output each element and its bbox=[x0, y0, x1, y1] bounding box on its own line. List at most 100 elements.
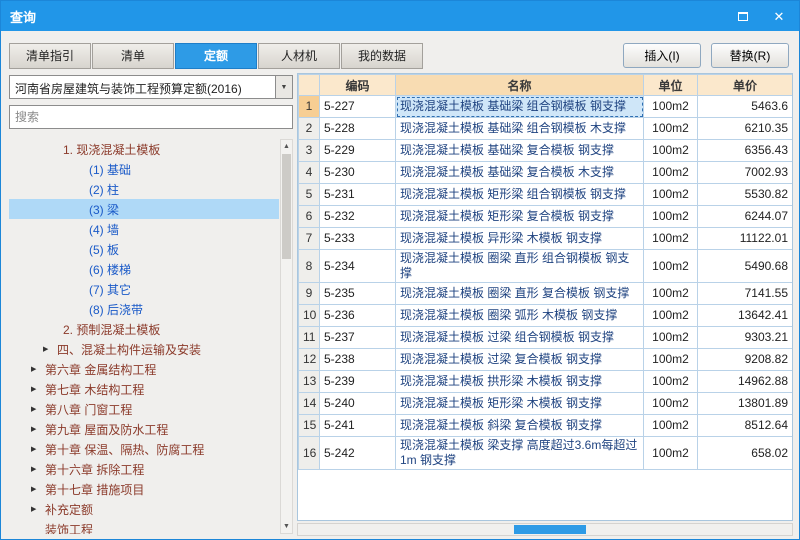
cell-num[interactable]: 7 bbox=[298, 227, 320, 250]
cell-price[interactable]: 5490.68 bbox=[697, 249, 792, 283]
table-row[interactable]: 10 5-236 现浇混凝土模板 圈梁 弧形 木模板 钢支撑 100m2 13642.4… bbox=[298, 304, 792, 327]
table-row[interactable]: 4 5-230 现浇混凝土模板 基础梁 复合模板 木支撑 100m2 7002.93 bbox=[298, 161, 792, 184]
cell-num[interactable]: 11 bbox=[298, 326, 320, 349]
quota-library-dropdown[interactable]: 河南省房屋建筑与装饰工程预算定额(2016) ▼ bbox=[9, 75, 293, 99]
cell-num[interactable]: 9 bbox=[298, 282, 320, 305]
cell-price[interactable]: 13801.89 bbox=[697, 392, 792, 415]
cell-unit[interactable]: 100m2 bbox=[643, 392, 698, 415]
cell-name[interactable]: 现浇混凝土模板 矩形梁 复合模板 钢支撑 bbox=[395, 205, 644, 228]
cell-code[interactable]: 5-236 bbox=[319, 304, 396, 327]
table-row[interactable]: 8 5-234 现浇混凝土模板 圈梁 直形 组合钢模板 钢支撑 100m2 5490.6… bbox=[298, 249, 792, 283]
cell-price[interactable]: 11122.01 bbox=[697, 227, 792, 250]
table-row[interactable]: 3 5-229 现浇混凝土模板 基础梁 复合模板 钢支撑 100m2 6356.43 bbox=[298, 139, 792, 162]
cell-name[interactable]: 现浇混凝土模板 异形梁 木模板 钢支撑 bbox=[395, 227, 644, 250]
horizontal-scrollbar-thumb[interactable] bbox=[514, 525, 586, 534]
cell-name[interactable]: 现浇混凝土模板 基础梁 复合模板 木支撑 bbox=[395, 161, 644, 184]
cell-price[interactable]: 7002.93 bbox=[697, 161, 792, 184]
table-row[interactable]: 5 5-231 现浇混凝土模板 矩形梁 组合钢模板 钢支撑 100m2 5530.82 bbox=[298, 183, 792, 206]
cell-unit[interactable]: 100m2 bbox=[643, 205, 698, 228]
tree-item[interactable]: 1. 现浇混凝土模板 bbox=[9, 139, 279, 159]
cell-name[interactable]: 现浇混凝土模板 矩形梁 组合钢模板 钢支撑 bbox=[395, 183, 644, 206]
cell-price[interactable]: 9303.21 bbox=[697, 326, 792, 349]
cell-unit[interactable]: 100m2 bbox=[643, 117, 698, 140]
cell-unit[interactable]: 100m2 bbox=[643, 326, 698, 349]
tab-labor-material-machine[interactable]: 人材机 bbox=[258, 43, 340, 69]
cell-num[interactable]: 12 bbox=[298, 348, 320, 371]
cell-price[interactable]: 13642.41 bbox=[697, 304, 792, 327]
tree-item[interactable]: (3) 梁 bbox=[9, 199, 279, 219]
cell-num[interactable]: 2 bbox=[298, 117, 320, 140]
cell-code[interactable]: 5-232 bbox=[319, 205, 396, 228]
cell-code[interactable]: 5-227 bbox=[319, 95, 396, 118]
replace-button[interactable]: 替换(R) bbox=[711, 43, 789, 68]
cell-code[interactable]: 5-240 bbox=[319, 392, 396, 415]
cell-unit[interactable]: 100m2 bbox=[643, 249, 698, 283]
tree-item[interactable]: ▶ 第六章 金属结构工程 bbox=[9, 359, 279, 379]
cell-name[interactable]: 现浇混凝土模板 圈梁 直形 组合钢模板 钢支撑 bbox=[395, 249, 644, 283]
tree-item[interactable]: 2. 预制混凝土模板 bbox=[9, 319, 279, 339]
tree-item[interactable]: ▶ 四、混凝土构件运输及安装 bbox=[9, 339, 279, 359]
table-row[interactable]: 14 5-240 现浇混凝土模板 矩形梁 木模板 钢支撑 100m2 13801.89 bbox=[298, 392, 792, 415]
cell-code[interactable]: 5-231 bbox=[319, 183, 396, 206]
cell-code[interactable]: 5-238 bbox=[319, 348, 396, 371]
cell-num[interactable]: 5 bbox=[298, 183, 320, 206]
chevron-right-icon[interactable]: ▶ bbox=[31, 465, 45, 473]
cell-name[interactable]: 现浇混凝土模板 基础梁 复合模板 钢支撑 bbox=[395, 139, 644, 162]
cell-code[interactable]: 5-230 bbox=[319, 161, 396, 184]
chevron-right-icon[interactable]: ▶ bbox=[31, 445, 45, 453]
cell-code[interactable]: 5-229 bbox=[319, 139, 396, 162]
tree-item[interactable]: (1) 基础 bbox=[9, 159, 279, 179]
tree-item[interactable]: (2) 柱 bbox=[9, 179, 279, 199]
tree-item[interactable]: (7) 其它 bbox=[9, 279, 279, 299]
chevron-right-icon[interactable]: ▶ bbox=[31, 505, 45, 513]
chevron-right-icon[interactable]: ▶ bbox=[31, 365, 45, 373]
tree-item[interactable]: ▶ 第十六章 拆除工程 bbox=[9, 459, 279, 479]
cell-unit[interactable]: 100m2 bbox=[643, 436, 698, 470]
cell-unit[interactable]: 100m2 bbox=[643, 227, 698, 250]
tree-item[interactable]: ▶ 第十章 保温、隔热、防腐工程 bbox=[9, 439, 279, 459]
tree-item[interactable]: (4) 墙 bbox=[9, 219, 279, 239]
tree-item[interactable]: ▶ 第七章 木结构工程 bbox=[9, 379, 279, 399]
table-row[interactable]: 16 5-242 现浇混凝土模板 梁支撑 高度超过3.6m每超过1m 钢支撑 100m… bbox=[298, 436, 792, 470]
table-row[interactable]: 7 5-233 现浇混凝土模板 异形梁 木模板 钢支撑 100m2 11122.01 bbox=[298, 227, 792, 250]
table-row[interactable]: 9 5-235 现浇混凝土模板 圈梁 直形 复合模板 钢支撑 100m2 7141.55 bbox=[298, 282, 792, 305]
tree-item[interactable]: ▶ 第八章 门窗工程 bbox=[9, 399, 279, 419]
cell-num[interactable]: 3 bbox=[298, 139, 320, 162]
cell-unit[interactable]: 100m2 bbox=[643, 161, 698, 184]
cell-price[interactable]: 9208.82 bbox=[697, 348, 792, 371]
cell-code[interactable]: 5-239 bbox=[319, 370, 396, 393]
cell-name[interactable]: 现浇混凝土模板 过梁 复合模板 钢支撑 bbox=[395, 348, 644, 371]
cell-num[interactable]: 15 bbox=[298, 414, 320, 437]
chevron-right-icon[interactable]: ▶ bbox=[31, 425, 45, 433]
tree-scrollbar[interactable]: ▲ ▼ bbox=[280, 139, 293, 534]
cell-name[interactable]: 现浇混凝土模板 拱形梁 木模板 钢支撑 bbox=[395, 370, 644, 393]
tab-list-guide[interactable]: 清单指引 bbox=[9, 43, 91, 69]
cell-num[interactable]: 10 bbox=[298, 304, 320, 327]
chevron-down-icon[interactable]: ▼ bbox=[275, 76, 292, 98]
cell-code[interactable]: 5-233 bbox=[319, 227, 396, 250]
cell-code[interactable]: 5-237 bbox=[319, 326, 396, 349]
table-row[interactable]: 13 5-239 现浇混凝土模板 拱形梁 木模板 钢支撑 100m2 14962.88 bbox=[298, 370, 792, 393]
tab-quota[interactable]: 定额 bbox=[175, 43, 257, 69]
cell-price[interactable]: 6356.43 bbox=[697, 139, 792, 162]
cell-unit[interactable]: 100m2 bbox=[643, 348, 698, 371]
cell-unit[interactable]: 100m2 bbox=[643, 304, 698, 327]
tree-item[interactable]: (5) 板 bbox=[9, 239, 279, 259]
cell-unit[interactable]: 100m2 bbox=[643, 183, 698, 206]
cell-unit[interactable]: 100m2 bbox=[643, 414, 698, 437]
cell-price[interactable]: 5463.6 bbox=[697, 95, 792, 118]
cell-price[interactable]: 14962.88 bbox=[697, 370, 792, 393]
tab-my-data[interactable]: 我的数据 bbox=[341, 43, 423, 69]
cell-num[interactable]: 1 bbox=[298, 95, 320, 118]
cell-unit[interactable]: 100m2 bbox=[643, 282, 698, 305]
cell-num[interactable]: 13 bbox=[298, 370, 320, 393]
cell-name[interactable]: 现浇混凝土模板 过梁 组合钢模板 钢支撑 bbox=[395, 326, 644, 349]
table-row[interactable]: 12 5-238 现浇混凝土模板 过梁 复合模板 钢支撑 100m2 9208.82 bbox=[298, 348, 792, 371]
scroll-down-icon[interactable]: ▼ bbox=[281, 520, 292, 533]
cell-code[interactable]: 5-241 bbox=[319, 414, 396, 437]
cell-price[interactable]: 8512.64 bbox=[697, 414, 792, 437]
scroll-up-icon[interactable]: ▲ bbox=[281, 140, 292, 153]
tree-item[interactable]: ▶ 第九章 屋面及防水工程 bbox=[9, 419, 279, 439]
tree-item[interactable]: ▶ 第十七章 措施项目 bbox=[9, 479, 279, 499]
cell-unit[interactable]: 100m2 bbox=[643, 139, 698, 162]
